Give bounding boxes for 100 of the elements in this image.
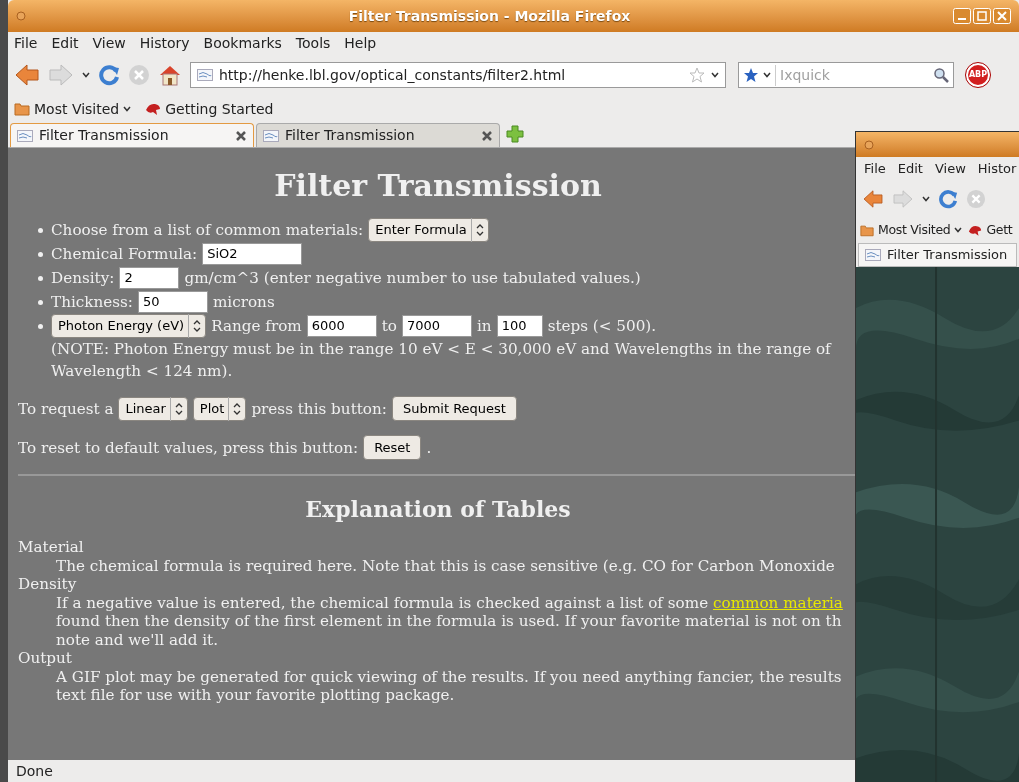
label-text: If a negative value is entered, the chemical formula is checked against a list of some bbox=[56, 593, 710, 612]
search-icon[interactable] bbox=[933, 67, 949, 83]
bookmark-item[interactable]: Gett bbox=[968, 220, 1013, 240]
label-text: To reset to default values, press this button: bbox=[18, 437, 359, 459]
bookmark-item[interactable]: Getting Started bbox=[145, 98, 274, 120]
caret-icon bbox=[763, 72, 771, 78]
bullet-icon bbox=[38, 324, 43, 329]
label-text: The chemical formula is required here. Note that this is case sensitive (e.g. CO for Carbon Monoxide bbox=[56, 556, 835, 575]
page-icon bbox=[197, 69, 213, 81]
label-text: text file for use with your favorite plotting package. bbox=[56, 686, 455, 705]
address-bar[interactable]: http://henke.lbl.gov/optical_constants/filter2.html bbox=[190, 62, 726, 88]
label-text: Chemical Formula: bbox=[51, 244, 198, 265]
menu-item[interactable]: File bbox=[14, 32, 38, 54]
note-text: (NOTE: Photon Energy must be in the range 10 eV < E < 30,000 eV and Wavelengths in the range of bbox=[51, 339, 831, 360]
label-text: Density: bbox=[51, 268, 115, 289]
forward-arrow-icon[interactable] bbox=[48, 64, 74, 86]
menu-item[interactable]: View bbox=[934, 159, 966, 179]
form-button[interactable]: Reset bbox=[363, 435, 422, 460]
label-text: microns bbox=[212, 292, 275, 313]
caret-icon bbox=[954, 227, 963, 233]
stop-icon[interactable] bbox=[966, 189, 986, 209]
label-text: To request a bbox=[18, 398, 114, 420]
label-text: Choose from a list of common materials: bbox=[51, 220, 364, 241]
term-text: Output bbox=[18, 649, 73, 668]
bookmark-item[interactable]: Most Visited bbox=[860, 220, 963, 240]
page-icon bbox=[263, 129, 279, 142]
window-title: Filter Transmission - Mozilla Firefox bbox=[347, 6, 632, 26]
dropdown[interactable]: Photon Energy (eV) bbox=[51, 314, 207, 338]
browser-tab[interactable]: Filter Transmission bbox=[256, 123, 500, 147]
section-heading: Explanation of Tables bbox=[304, 495, 572, 524]
term-text: Material bbox=[18, 538, 85, 557]
new-tab-icon[interactable] bbox=[506, 125, 524, 143]
label-text: press this button: bbox=[251, 398, 387, 420]
back-arrow-icon[interactable] bbox=[14, 64, 40, 86]
menu-item[interactable]: File bbox=[864, 159, 886, 179]
bullet-icon bbox=[38, 252, 43, 257]
bullet-icon bbox=[38, 300, 43, 305]
label-text: in bbox=[477, 316, 492, 337]
up-down-caret-icon bbox=[174, 402, 183, 415]
term-text: Density bbox=[18, 575, 78, 594]
caret-icon bbox=[82, 72, 90, 78]
label-text: gm/cm^3 (enter negative number to use tabulated values.) bbox=[184, 268, 641, 289]
input-field[interactable]: SiO2 bbox=[202, 243, 303, 265]
folder-icon bbox=[860, 223, 874, 237]
menu-item[interactable]: History bbox=[139, 32, 190, 54]
up-down-caret-icon bbox=[233, 402, 242, 415]
reload-icon[interactable] bbox=[938, 189, 958, 209]
label-text: found then the density of the first element in the formula is used. If your favorite material is not on th bbox=[56, 612, 842, 631]
back-arrow-icon[interactable] bbox=[862, 190, 884, 208]
label-text: note and we'll add it. bbox=[56, 630, 219, 649]
menu-item[interactable]: Histor bbox=[977, 159, 1017, 179]
status-text: Done bbox=[15, 761, 54, 781]
bullet-icon bbox=[38, 276, 43, 281]
minimize-icon[interactable] bbox=[953, 8, 971, 24]
url-text: http://henke.lbl.gov/optical_constants/filter2.html bbox=[219, 65, 567, 85]
close-icon[interactable] bbox=[481, 129, 493, 142]
menu-item[interactable]: Bookmarks bbox=[203, 32, 282, 54]
input-field[interactable]: 6000 bbox=[306, 315, 377, 337]
dropdown[interactable]: Plot bbox=[192, 396, 247, 421]
home-icon[interactable] bbox=[158, 64, 182, 86]
dropdown[interactable]: Linear bbox=[118, 396, 188, 421]
menu-item[interactable]: Help bbox=[344, 32, 377, 54]
input-field[interactable]: 100 bbox=[496, 315, 543, 337]
label-text: to bbox=[381, 316, 397, 337]
stop-icon[interactable] bbox=[128, 64, 150, 86]
dropdown[interactable]: Enter Formula bbox=[368, 218, 489, 242]
page-icon bbox=[865, 249, 881, 261]
label-text: . bbox=[426, 437, 432, 459]
browser-tab[interactable]: Filter Transmission bbox=[858, 243, 1017, 267]
label-text: steps (< 500). bbox=[547, 316, 657, 337]
label-text: A GIF plot may be generated for quick viewing of the results. If you need anything fancier, the results bbox=[56, 667, 842, 686]
star-icon[interactable] bbox=[743, 67, 759, 83]
browser-tab[interactable]: Filter Transmission bbox=[10, 123, 254, 147]
menu-item[interactable]: Edit bbox=[897, 159, 923, 179]
menu-item[interactable]: Edit bbox=[51, 32, 79, 54]
bookmark-item[interactable]: Most Visited bbox=[14, 98, 132, 120]
label-text: Range from bbox=[211, 316, 302, 337]
window-menu-icon[interactable] bbox=[864, 139, 874, 150]
up-down-caret-icon bbox=[475, 224, 484, 236]
folder-icon bbox=[14, 102, 30, 116]
up-down-caret-icon bbox=[193, 320, 202, 332]
caret-icon bbox=[922, 196, 930, 202]
label-text: Thickness: bbox=[51, 292, 133, 313]
star-icon[interactable] bbox=[689, 67, 705, 83]
note-text: Wavelength < 124 nm). bbox=[51, 361, 234, 382]
reload-icon[interactable] bbox=[98, 64, 120, 86]
page-heading: Filter Transmission bbox=[273, 168, 603, 204]
input-field[interactable]: 50 bbox=[137, 291, 208, 313]
form-button[interactable]: Submit Request bbox=[391, 396, 517, 421]
caret-icon bbox=[123, 106, 132, 112]
bullet-icon bbox=[38, 228, 43, 233]
maximize-icon[interactable] bbox=[973, 8, 991, 24]
window-menu-icon[interactable] bbox=[16, 11, 26, 21]
input-field[interactable]: 7000 bbox=[402, 315, 472, 337]
input-field[interactable]: 2 bbox=[119, 267, 180, 289]
menu-item[interactable]: View bbox=[92, 32, 126, 54]
menu-item[interactable]: Tools bbox=[295, 32, 331, 54]
adblock-badge[interactable]: ABP bbox=[966, 63, 990, 87]
close-icon[interactable] bbox=[235, 129, 247, 142]
caret-icon bbox=[711, 72, 719, 78]
